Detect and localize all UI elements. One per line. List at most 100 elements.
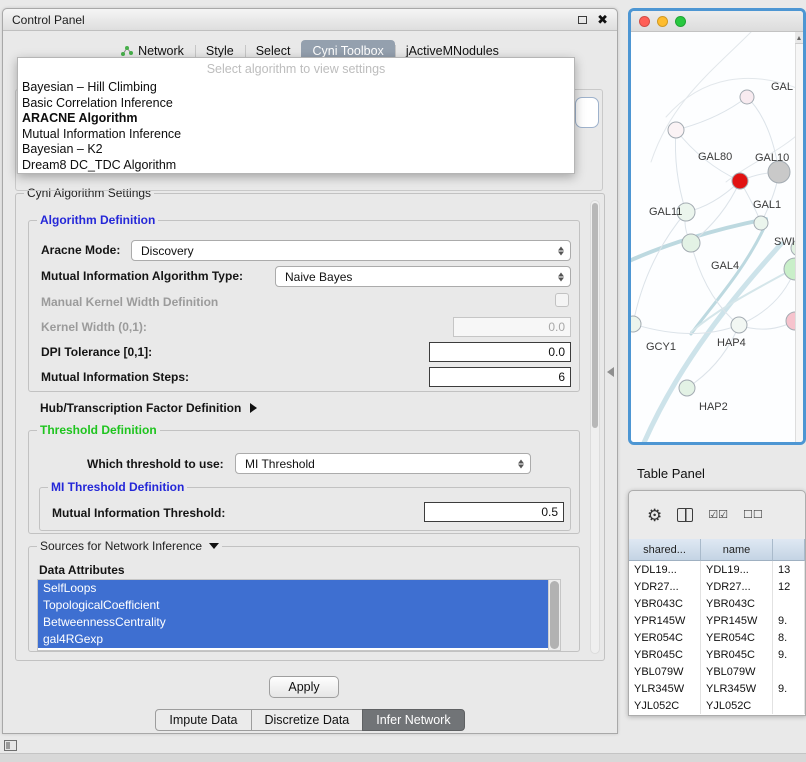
network-icon bbox=[121, 45, 133, 57]
table-row[interactable]: YDR27...YDR27...12 bbox=[629, 578, 805, 595]
attribute-item-betweennesscentrality[interactable]: BetweennessCentrality bbox=[38, 614, 548, 631]
network-node-gcy1[interactable] bbox=[631, 316, 641, 332]
scroll-up-icon[interactable] bbox=[795, 32, 803, 44]
close-traffic-button[interactable] bbox=[639, 16, 650, 27]
column-header-shared[interactable]: shared... bbox=[629, 539, 701, 561]
node-label-gal4: GAL4 bbox=[711, 260, 739, 272]
aracne-mode-combobox[interactable]: Discovery bbox=[131, 240, 571, 261]
column-header-name[interactable]: name bbox=[701, 539, 773, 561]
table-panel-title: Table Panel bbox=[637, 466, 705, 481]
network-node[interactable] bbox=[740, 90, 754, 104]
network-canvas[interactable]: GAL80GAL10GALGAL11GAL1GAL4SWI4GCY1HAP4HA… bbox=[631, 32, 803, 442]
node-label-gal11: GAL11 bbox=[649, 206, 682, 218]
table-cell: YBL079W bbox=[701, 663, 773, 680]
manual-kernel-width-label: Manual Kernel Width Definition bbox=[41, 295, 218, 309]
collapse-down-icon bbox=[209, 543, 219, 549]
control-panel-window: Control Panel ✖ NetworkStyleSelectCyni T… bbox=[2, 8, 618, 734]
algorithm-option-basic-correlation-inference[interactable]: Basic Correlation Inference bbox=[18, 96, 574, 112]
algorithm-option-bayesian-hill-climbing[interactable]: Bayesian – Hill Climbing bbox=[18, 80, 574, 96]
network-node-hap2[interactable] bbox=[679, 380, 695, 396]
bottom-tab-infer-network[interactable]: Infer Network bbox=[362, 709, 464, 731]
algorithm-option-mutual-information-inference[interactable]: Mutual Information Inference bbox=[18, 127, 574, 143]
sources-group-title[interactable]: Sources for Network Inference bbox=[37, 539, 222, 553]
combo-arrows-icon bbox=[558, 246, 564, 255]
splitter-collapse-arrow[interactable] bbox=[607, 367, 614, 377]
network-node-gal1[interactable] bbox=[754, 216, 768, 230]
network-scrollbar[interactable] bbox=[795, 32, 803, 442]
aracne-mode-label: Aracne Mode: bbox=[41, 243, 120, 257]
network-node-gal10[interactable] bbox=[732, 173, 748, 189]
mi-algorithm-type-combobox[interactable]: Naive Bayes bbox=[275, 266, 571, 287]
dpi-tolerance-input[interactable] bbox=[429, 342, 571, 362]
network-edge bbox=[687, 325, 739, 388]
table-body: YDL19...YDL19...13YDR27...YDR27...12YBR0… bbox=[629, 561, 805, 715]
mi-threshold-input[interactable] bbox=[424, 502, 564, 522]
network-node-gal[interactable] bbox=[768, 161, 790, 183]
column-header-extra[interactable] bbox=[773, 539, 805, 561]
mi-steps-input[interactable] bbox=[429, 367, 571, 387]
table-cell bbox=[773, 697, 805, 714]
tab-label: Cyni Toolbox bbox=[312, 44, 383, 58]
which-threshold-combobox[interactable]: MI Threshold bbox=[235, 453, 531, 474]
network-node-gal4[interactable] bbox=[682, 234, 700, 252]
network-window-titlebar bbox=[631, 11, 803, 32]
minimize-traffic-button[interactable] bbox=[657, 16, 668, 27]
settings-scrollbar[interactable] bbox=[590, 200, 600, 654]
attribute-item-selfloops[interactable]: SelfLoops bbox=[38, 580, 548, 597]
algorithm-option-dream8-dc-tdc-algorithm[interactable]: Dream8 DC_TDC Algorithm bbox=[18, 158, 574, 174]
apply-button[interactable]: Apply bbox=[269, 676, 339, 698]
combo-arrows-icon bbox=[518, 459, 524, 468]
network-edge bbox=[633, 212, 686, 324]
select-columns-icon[interactable]: ☑☑ bbox=[708, 510, 728, 521]
threshold-definition-group: Threshold Definition Which threshold to … bbox=[28, 430, 580, 534]
list-scrollbar-thumb[interactable] bbox=[550, 581, 559, 649]
network-canvas-wrap: GAL80GAL10GALGAL11GAL1GAL4SWI4GCY1HAP4HA… bbox=[631, 32, 803, 442]
tab-label: Style bbox=[206, 44, 234, 58]
table-row[interactable]: YJL052CYJL052C bbox=[629, 697, 805, 714]
mi-algorithm-type-value: Naive Bayes bbox=[285, 270, 352, 284]
table-row[interactable]: YDL19...YDL19...13 bbox=[629, 561, 805, 578]
table-cell: YLR345W bbox=[701, 680, 773, 697]
table-row[interactable]: YPR145WYPR145W9. bbox=[629, 612, 805, 629]
table-row[interactable]: YBL079WYBL079W bbox=[629, 663, 805, 680]
attribute-item-gal4rgexp[interactable]: gal4RGexp bbox=[38, 631, 548, 648]
expand-right-icon bbox=[250, 403, 257, 413]
table-cell: YDL19... bbox=[629, 561, 701, 578]
algorithm-option-aracne-algorithm[interactable]: ARACNE Algorithm bbox=[18, 111, 574, 127]
settings-scrollbar-thumb[interactable] bbox=[592, 203, 598, 428]
table-cell: 13 bbox=[773, 561, 805, 578]
network-edge bbox=[676, 97, 747, 130]
table-toolbar: ⚙ ☑☑ ☐☐ bbox=[629, 491, 805, 539]
bottom-tab-impute-data[interactable]: Impute Data bbox=[155, 709, 251, 731]
hide-columns-icon[interactable]: ☐☐ bbox=[743, 510, 763, 521]
desktop: Control Panel ✖ NetworkStyleSelectCyni T… bbox=[0, 0, 806, 762]
table-cell: YJL052C bbox=[701, 697, 773, 714]
table-row[interactable]: YBR043CYBR043C bbox=[629, 595, 805, 612]
table-row[interactable]: YLR345WYLR345W9. bbox=[629, 680, 805, 697]
gear-icon[interactable]: ⚙ bbox=[647, 507, 662, 524]
close-icon[interactable]: ✖ bbox=[597, 13, 608, 26]
algorithm-option-bayesian-k2[interactable]: Bayesian – K2 bbox=[18, 142, 574, 158]
hub-transcription-factor-label: Hub/Transcription Factor Definition bbox=[40, 401, 241, 415]
table-cell: 9. bbox=[773, 680, 805, 697]
bottom-tab-discretize-data[interactable]: Discretize Data bbox=[251, 709, 364, 731]
kernel-width-input bbox=[453, 317, 571, 337]
network-node-hap4[interactable] bbox=[731, 317, 747, 333]
hub-transcription-factor-toggle[interactable]: Hub/Transcription Factor Definition bbox=[40, 401, 257, 415]
columns-icon[interactable] bbox=[677, 508, 693, 522]
algorithm-dropdown-items: Bayesian – Hill ClimbingBasic Correlatio… bbox=[18, 80, 574, 173]
zoom-traffic-button[interactable] bbox=[675, 16, 686, 27]
table-cell: YBR045C bbox=[629, 646, 701, 663]
node-label-gcy1: GCY1 bbox=[646, 341, 676, 353]
table-cell: YBR043C bbox=[629, 595, 701, 612]
mi-threshold-definition-title: MI Threshold Definition bbox=[48, 480, 187, 494]
table-row[interactable]: YBR045CYBR045C9. bbox=[629, 646, 805, 663]
combo-arrows-icon bbox=[558, 272, 564, 281]
table-row[interactable]: YER054CYER054C8. bbox=[629, 629, 805, 646]
table-cell bbox=[773, 663, 805, 680]
attribute-item-topologicalcoefficient[interactable]: TopologicalCoefficient bbox=[38, 597, 548, 614]
float-window-icon[interactable] bbox=[578, 16, 587, 24]
restore-panel-icon[interactable] bbox=[4, 740, 17, 751]
list-scrollbar[interactable] bbox=[548, 580, 560, 650]
network-node-gal80[interactable] bbox=[668, 122, 684, 138]
